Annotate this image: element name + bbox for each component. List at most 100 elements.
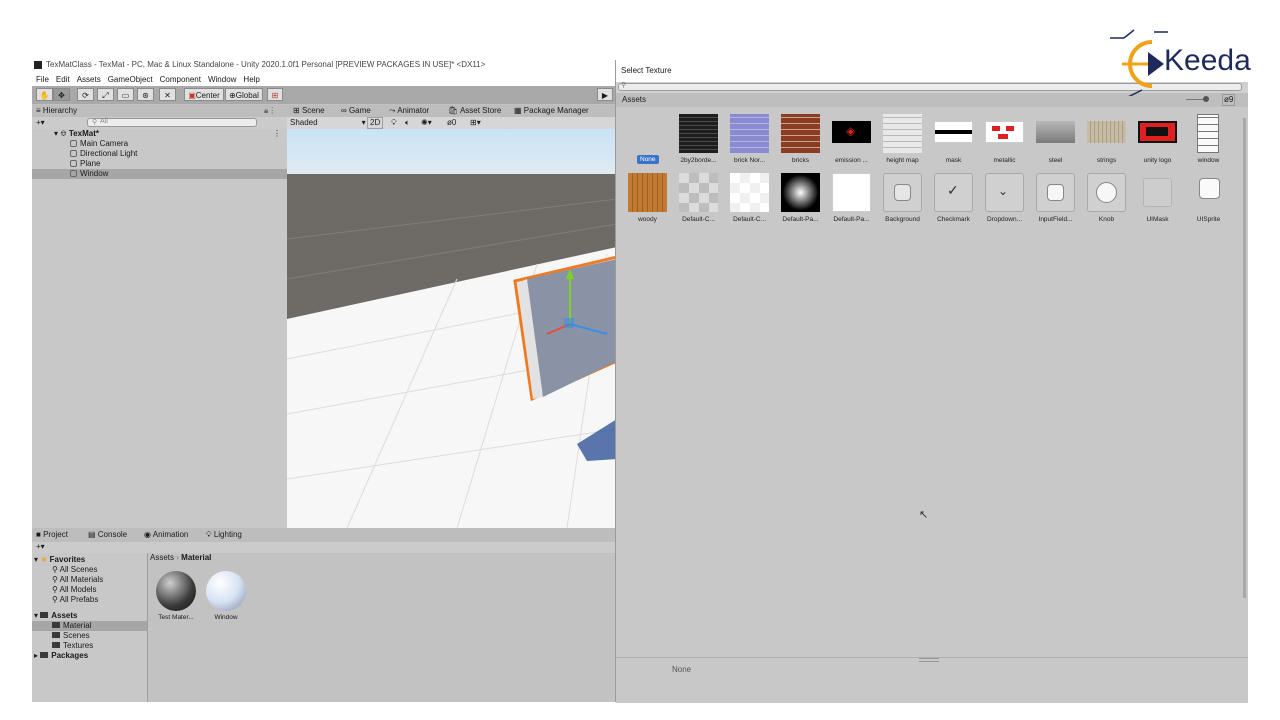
play-button[interactable]: ▶ [597, 88, 613, 101]
scale-tool-icon[interactable]: ⤢ [97, 88, 114, 101]
scene-root-row[interactable]: ▾ ⎊ TexMat* ⋮ [32, 129, 287, 139]
texture-thumbnail [934, 121, 973, 143]
tab-console[interactable]: ▤ Console [88, 529, 127, 541]
tab-animator[interactable]: ⤳ Animator [389, 105, 429, 117]
favorites-header[interactable]: ▾ ★ Favorites [34, 555, 85, 565]
favorite-all-prefabs[interactable]: ⚲ All Prefabs [52, 595, 98, 605]
create-asset-button[interactable]: +▾ [36, 541, 45, 553]
effects-dropdown-icon[interactable]: ✺▾ [421, 117, 432, 129]
toggle-2d-button[interactable]: 2D [367, 117, 384, 129]
texture-default-checker[interactable]: Default-C... [673, 166, 724, 224]
menu-gameobject[interactable]: GameObject [108, 75, 153, 84]
favorite-all-materials[interactable]: ⚲ All Materials [52, 575, 103, 585]
transform-tool-icon[interactable]: ⊛ [137, 88, 154, 101]
asset-window-material[interactable]: Window [206, 571, 246, 621]
texture-checkmark[interactable]: ✓ Checkmark [928, 166, 979, 224]
create-dropdown-button[interactable]: +▾ [36, 117, 45, 129]
texture-inputfield-background[interactable]: InputField... [1030, 166, 1081, 224]
picker-scrollbar[interactable] [1243, 118, 1246, 598]
favorite-label: All Materials [59, 575, 104, 584]
more-options-icon[interactable]: ⋮ [273, 129, 281, 139]
resize-handle[interactable] [919, 658, 939, 662]
tab-animator-label: Animator [397, 106, 430, 115]
texture-label: Default-C... [682, 216, 715, 223]
texture-metallic[interactable]: metallic [979, 107, 1030, 165]
texture-woody[interactable]: woody [622, 166, 673, 224]
lock-icon[interactable]: 🔒︎⋮ [264, 105, 276, 117]
tab-asset-store[interactable]: 🛍︎ Asset Store [448, 105, 501, 117]
menu-assets[interactable]: Assets [77, 75, 101, 84]
texture-uimask[interactable]: UIMask [1132, 166, 1183, 224]
lighting-toggle-icon[interactable]: 💡︎ [391, 117, 397, 129]
texture-default-particle-white[interactable]: Default-Pa... [826, 166, 877, 224]
hierarchy-item-directional-light[interactable]: Directional Light [32, 149, 287, 159]
texture-default-particle[interactable]: Default-Pa... [775, 166, 826, 224]
asset-label: Window [214, 614, 238, 621]
texture-default-checker-light[interactable]: Default-C... [724, 166, 775, 224]
texture-bricks[interactable]: bricks [775, 107, 826, 165]
texture-knob[interactable]: Knob [1081, 166, 1132, 224]
texture-2by2border[interactable]: 2by2borde... [673, 107, 724, 165]
grid-toggle-icon[interactable]: ⊞▾ [470, 117, 481, 129]
hierarchy-tab[interactable]: ≡ Hierarchy [36, 105, 77, 117]
tab-package-manager[interactable]: ▦ Package Manager [514, 105, 589, 117]
texture-window[interactable]: window [1183, 107, 1234, 165]
hierarchy-item-label: Main Camera [80, 139, 129, 148]
grid-snap-icon[interactable]: ⊞ [267, 88, 283, 101]
folder-scenes[interactable]: Scenes [52, 631, 90, 641]
texture-height-map[interactable]: height map [877, 107, 928, 165]
breadcrumb-current[interactable]: Material [181, 553, 211, 562]
texture-mask[interactable]: mask [928, 107, 979, 165]
tab-project[interactable]: ■ Project [36, 529, 68, 541]
hierarchy-item-main-camera[interactable]: Main Camera [32, 139, 287, 149]
texture-brick-normal[interactable]: brick Nor... [724, 107, 775, 165]
tab-scene[interactable]: ⊞ Scene [293, 105, 325, 117]
hidden-objects-button[interactable]: ø0 [447, 117, 456, 129]
tab-assets[interactable]: Assets [622, 94, 646, 106]
menu-window[interactable]: Window [208, 75, 236, 84]
toggle-2d-label: 2D [370, 118, 381, 127]
menu-edit[interactable]: Edit [56, 75, 70, 84]
audio-toggle-icon[interactable]: 🔈︎ [405, 117, 410, 129]
hand-tool-icon[interactable]: ✋ [36, 88, 53, 101]
hierarchy-tab-label: Hierarchy [42, 106, 78, 115]
tab-lighting[interactable]: 💡︎ Lighting [206, 529, 242, 541]
hierarchy-item-plane[interactable]: Plane [32, 159, 287, 169]
menu-component[interactable]: Component [160, 75, 201, 84]
rotate-tool-icon[interactable]: ⟳ [77, 88, 94, 101]
asset-test-material[interactable]: Test Mater... [156, 571, 196, 621]
texture-steel[interactable]: steel [1030, 107, 1081, 165]
folder-textures[interactable]: Textures [52, 641, 93, 651]
breadcrumb-root[interactable]: Assets [150, 553, 174, 562]
shading-mode-dropdown[interactable]: Shaded ▾ [290, 117, 366, 129]
hierarchy-search-input[interactable]: ⚲ All [87, 118, 257, 127]
menu-file[interactable]: File [36, 75, 49, 84]
rect-tool-icon[interactable]: ▭ [117, 88, 134, 101]
texture-none[interactable]: None [622, 107, 673, 165]
texture-thumbnail [1143, 178, 1172, 207]
custom-tool-icon[interactable]: ✕ [159, 88, 176, 101]
texture-strings[interactable]: strings [1081, 107, 1132, 165]
move-tool-icon[interactable]: ✥ [53, 88, 70, 101]
hierarchy-item-window[interactable]: Window [32, 169, 287, 179]
folder-material[interactable]: Material [32, 621, 147, 631]
menu-help[interactable]: Help [243, 75, 259, 84]
texture-unity-logo[interactable]: unity logo [1132, 107, 1183, 165]
tab-game[interactable]: ∞ Game [341, 105, 371, 117]
space-global-button[interactable]: ⊕Global [225, 88, 263, 101]
packages-header[interactable]: ▸ Packages [34, 651, 88, 661]
tab-animation[interactable]: ◉ Animation [144, 529, 188, 541]
assets-header[interactable]: ▾ Assets [34, 611, 78, 621]
animation-icon: ◉ [144, 530, 153, 539]
globe-icon: ⊕ [229, 91, 236, 100]
texture-background[interactable]: Background [877, 166, 928, 224]
scene-tabbar: ⊞ Scene ∞ Game ⤳ Animator 🛍︎ Asset Store… [287, 105, 617, 117]
slider-handle[interactable] [1203, 96, 1209, 102]
pivot-center-button[interactable]: ▣Center [184, 88, 224, 101]
texture-uisprite[interactable]: UISprite [1183, 166, 1234, 224]
favorite-all-scenes[interactable]: ⚲ All Scenes [52, 565, 97, 575]
scene-viewport[interactable] [287, 129, 617, 528]
favorite-all-models[interactable]: ⚲ All Models [52, 585, 97, 595]
texture-dropdown-arrow[interactable]: ⌄ Dropdown... [979, 166, 1030, 224]
texture-emission[interactable]: ◈ emission ... [826, 107, 877, 165]
